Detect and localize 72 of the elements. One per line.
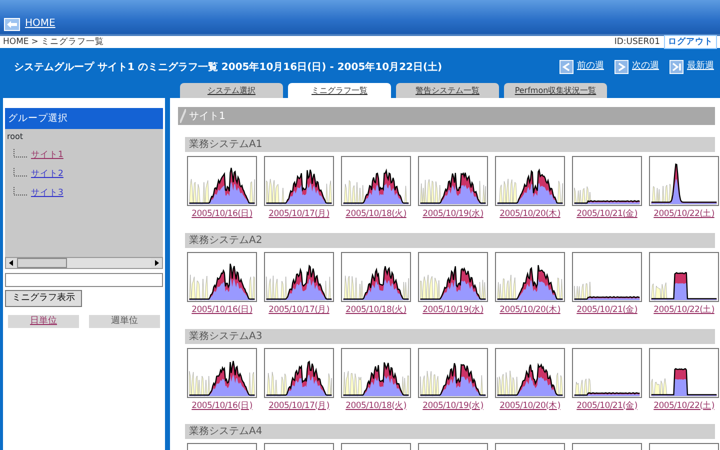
tree-root-label: root: [7, 131, 24, 143]
usage-graph[interactable]: [187, 252, 257, 302]
content-heading: サイト1: [189, 110, 226, 124]
usage-graph[interactable]: [341, 348, 411, 398]
unit-toggle[interactable]: 日単位: [8, 315, 79, 328]
week-nav-link[interactable]: 前の週: [577, 60, 604, 74]
section-header: 業務システムA3: [185, 328, 715, 344]
date-link[interactable]: 2005/10/16(日): [192, 304, 252, 316]
date-link[interactable]: 2005/10/17(月): [268, 400, 330, 412]
usage-graph[interactable]: [649, 156, 719, 206]
usage-graph[interactable]: [649, 348, 719, 398]
date-link[interactable]: 2005/10/19(水): [422, 304, 484, 316]
date-link[interactable]: 2005/10/20(木): [500, 400, 560, 412]
usage-graph[interactable]: [495, 348, 565, 398]
date-link[interactable]: 2005/10/22(土): [654, 400, 714, 412]
usage-graph[interactable]: [264, 348, 334, 398]
date-link[interactable]: 2005/10/16(日): [192, 208, 252, 221]
date-link[interactable]: 2005/10/20(木): [500, 304, 560, 316]
breadcrumb-current: ミニグラフ一覧: [40, 36, 104, 48]
usage-graph[interactable]: [418, 252, 488, 302]
date-link[interactable]: 2005/10/18(火): [346, 400, 406, 412]
usage-graph[interactable]: [418, 156, 488, 206]
tree-item-link[interactable]: サイト2: [31, 168, 64, 180]
usage-graph[interactable]: [495, 252, 565, 302]
show-minigraph-button[interactable]: ミニグラフ表示: [5, 290, 82, 307]
tree-item-link[interactable]: サイト1: [31, 149, 64, 162]
tab[interactable]: システム選択: [180, 83, 283, 98]
date-link[interactable]: 2005/10/20(木): [500, 208, 560, 221]
usage-graph[interactable]: [572, 252, 642, 302]
date-link[interactable]: 2005/10/21(金): [576, 304, 638, 316]
usage-graph[interactable]: [572, 156, 642, 206]
date-link[interactable]: 2005/10/21(金): [576, 400, 638, 412]
usage-graph[interactable]: [418, 348, 488, 398]
date-link[interactable]: 2005/10/19(水): [422, 208, 484, 221]
breadcrumb-home-link[interactable]: HOME: [3, 36, 29, 48]
usage-graph[interactable]: [649, 252, 719, 302]
horizontal-scrollbar[interactable]: [5, 257, 163, 269]
usage-graph[interactable]: [187, 348, 257, 398]
usage-graph[interactable]: [264, 252, 334, 302]
home-link[interactable]: HOME: [25, 16, 56, 31]
logout-button[interactable]: ログアウト: [664, 34, 717, 50]
usage-graph[interactable]: [341, 252, 411, 302]
date-link[interactable]: 2005/10/22(土): [654, 304, 714, 316]
date-link[interactable]: 2005/10/22(土): [654, 208, 714, 221]
panel-header: グループ選択: [5, 108, 163, 129]
section-header: 業務システムA4: [185, 424, 715, 440]
tab[interactable]: Perfmon収集状況一覧: [504, 83, 607, 98]
usage-graph[interactable]: [341, 156, 411, 206]
user-id-label: ID:USER01: [614, 36, 660, 48]
breadcrumb-separator: >: [31, 36, 38, 48]
usage-graph[interactable]: [187, 156, 257, 206]
date-link[interactable]: 2005/10/16(日): [192, 400, 252, 412]
date-link[interactable]: 2005/10/17(月): [268, 208, 330, 221]
stripe-icon: [180, 109, 186, 123]
section-header: 業務システムA2: [185, 232, 715, 248]
usage-graph[interactable]: [572, 348, 642, 398]
unit-toggle[interactable]: 週単位: [89, 315, 160, 328]
date-link[interactable]: 2005/10/18(火): [346, 304, 406, 316]
usage-graph[interactable]: [495, 156, 565, 206]
section-header: 業務システムA1: [185, 137, 715, 152]
week-nav-link[interactable]: 次の週: [632, 60, 659, 74]
tree-item-link[interactable]: サイト3: [31, 186, 64, 200]
date-link[interactable]: 2005/10/19(水): [422, 400, 484, 412]
date-link[interactable]: 2005/10/21(金): [576, 208, 638, 221]
date-link[interactable]: 2005/10/17(月): [268, 304, 330, 316]
page-title: システムグループ サイト1 のミニグラフ一覧 2005年10月16日(日) - 2005年10月22日(土): [14, 60, 442, 74]
week-nav-link[interactable]: 最新週: [687, 60, 714, 74]
tab[interactable]: 警告システム一覧: [396, 83, 499, 98]
usage-graph[interactable]: [264, 156, 334, 206]
date-link[interactable]: 2005/10/18(火): [346, 208, 406, 221]
text-input-field[interactable]: [5, 273, 163, 287]
tab[interactable]: ミニグラフ一覧: [288, 83, 391, 98]
